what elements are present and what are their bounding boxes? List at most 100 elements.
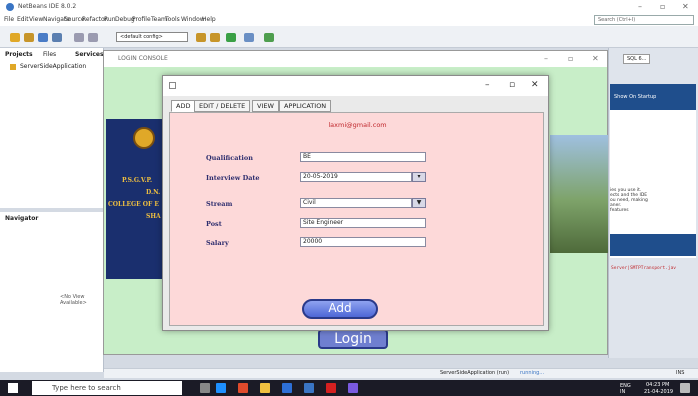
status-running: running... bbox=[520, 370, 545, 376]
build-icon[interactable] bbox=[196, 33, 206, 42]
explorer-icon[interactable] bbox=[260, 383, 270, 393]
restore-icon[interactable]: ▫ bbox=[660, 2, 665, 11]
open-project-icon[interactable] bbox=[38, 33, 48, 42]
dialog-maximize-icon[interactable]: ▫ bbox=[509, 80, 515, 90]
start-footer bbox=[610, 234, 696, 256]
tab-navigator[interactable]: Navigator bbox=[2, 214, 41, 223]
ide-status-bar: ServerSideApplication (run) running... I… bbox=[104, 368, 698, 378]
interview-date-input[interactable]: 20-05-2019 bbox=[300, 172, 412, 182]
menu-profile[interactable]: Profile bbox=[132, 16, 151, 23]
debug-icon[interactable] bbox=[244, 33, 254, 42]
login-button[interactable]: Login bbox=[318, 329, 388, 349]
edge-icon[interactable] bbox=[216, 383, 226, 393]
dialog-title-bar: – ▫ ✕ bbox=[163, 76, 548, 96]
clock-date[interactable]: 21-04-2019 bbox=[644, 389, 673, 395]
dialog-close-icon[interactable]: ✕ bbox=[531, 80, 539, 90]
start-header: Show On Startup bbox=[610, 84, 696, 110]
windows-start-icon[interactable] bbox=[8, 383, 18, 393]
notification-icon[interactable] bbox=[680, 383, 690, 393]
navigator-panel: Navigator <No View Available> bbox=[0, 212, 104, 372]
output-line: Server|SMTPTransport.jav bbox=[611, 266, 677, 271]
campus-photo bbox=[550, 135, 608, 253]
netbeans-logo-icon bbox=[6, 3, 14, 11]
chevron-down-icon[interactable]: ▼ bbox=[412, 198, 426, 208]
profile-icon[interactable] bbox=[264, 33, 274, 42]
add-button[interactable]: Add bbox=[302, 299, 378, 319]
netbeans-task-icon[interactable] bbox=[304, 383, 314, 393]
run-icon[interactable] bbox=[226, 33, 236, 42]
status-ins: INS bbox=[676, 370, 685, 376]
store-icon[interactable] bbox=[282, 383, 292, 393]
user-email: laxmi@gmail.com bbox=[328, 121, 387, 129]
menu-edit[interactable]: Edit bbox=[17, 16, 29, 23]
banner-line-1: P.S.G.V.P. bbox=[122, 177, 153, 184]
stream-label: Stream bbox=[206, 200, 233, 208]
new-project-icon[interactable] bbox=[10, 33, 20, 42]
login-minimize-icon[interactable]: – bbox=[544, 54, 548, 63]
banner-line-3: COLLEGE OF E bbox=[108, 201, 159, 208]
stream-select[interactable]: Civil bbox=[300, 198, 412, 208]
new-file-icon[interactable] bbox=[24, 33, 34, 42]
login-close-icon[interactable]: ✕ bbox=[592, 54, 599, 63]
navigator-empty-text: <No View Available> bbox=[60, 294, 87, 306]
tab-sql[interactable]: SQL 6... bbox=[623, 54, 651, 64]
menu-help[interactable]: Help bbox=[202, 16, 216, 23]
config-select[interactable]: <default config> bbox=[116, 32, 188, 42]
login-title-bar: LOGIN CONSOLE – ▫ ✕ bbox=[104, 51, 607, 67]
project-item[interactable]: ServerSideApplication bbox=[20, 63, 86, 70]
project-icon bbox=[10, 64, 16, 70]
minimize-icon[interactable]: – bbox=[638, 2, 642, 11]
add-form: laxmi@gmail.com Qualification BE Intervi… bbox=[169, 112, 544, 326]
close-icon[interactable]: ✕ bbox=[682, 2, 689, 11]
salary-input[interactable]: 20000 bbox=[300, 237, 426, 247]
undo-icon[interactable] bbox=[74, 33, 84, 42]
redo-icon[interactable] bbox=[88, 33, 98, 42]
qualification-label: Qualification bbox=[206, 154, 253, 162]
interview-date-label: Interview Date bbox=[206, 174, 260, 182]
menu-tools[interactable]: Tools bbox=[165, 16, 180, 23]
start-page-content: ies you use it. ects and the IDE ou need… bbox=[610, 84, 696, 258]
tab-view[interactable]: VIEW bbox=[252, 100, 279, 112]
ide-title: NetBeans IDE 8.0.2 bbox=[18, 3, 77, 10]
ide-search-input[interactable]: Search (Ctrl+I) bbox=[594, 15, 694, 25]
show-on-startup-label[interactable]: Show On Startup bbox=[614, 94, 656, 100]
post-input[interactable]: Site Engineer bbox=[300, 218, 426, 228]
menu-view[interactable]: View bbox=[29, 16, 43, 23]
college-banner: P.S.G.V.P. D.N. COLLEGE OF E SHA bbox=[106, 119, 168, 279]
tab-projects[interactable]: Projects bbox=[2, 50, 36, 59]
status-project: ServerSideApplication (run) bbox=[440, 370, 510, 376]
tab-add[interactable]: ADD bbox=[171, 100, 196, 112]
tab-edit-delete[interactable]: EDIT / DELETE bbox=[194, 100, 251, 112]
login-maximize-icon[interactable]: ▫ bbox=[568, 54, 573, 63]
post-label: Post bbox=[206, 220, 222, 228]
dialog-window-icon bbox=[169, 82, 176, 89]
ide-title-bar: NetBeans IDE 8.0.2 – ▫ ✕ bbox=[0, 0, 698, 14]
chrome-icon[interactable] bbox=[238, 383, 248, 393]
salary-label: Salary bbox=[206, 239, 229, 247]
menu-run[interactable]: Run bbox=[104, 16, 116, 23]
login-window-title: LOGIN CONSOLE bbox=[118, 55, 168, 62]
ide-toolbar bbox=[0, 26, 698, 48]
college-seal-icon bbox=[133, 127, 155, 149]
dialog-minimize-icon[interactable]: – bbox=[485, 80, 490, 90]
start-text-5: features bbox=[610, 208, 629, 213]
clean-build-icon[interactable] bbox=[210, 33, 220, 42]
clock-time[interactable]: 04:23 PM bbox=[646, 382, 669, 388]
windows-taskbar: Type here to search ENG 04:23 PM IN 21-0… bbox=[0, 380, 698, 396]
tab-services[interactable]: Services bbox=[72, 50, 107, 59]
task-view-icon[interactable] bbox=[200, 383, 210, 393]
taskbar-search[interactable]: Type here to search bbox=[32, 381, 182, 395]
tab-files[interactable]: Files bbox=[40, 50, 59, 59]
qualification-input[interactable]: BE bbox=[300, 152, 426, 162]
app-icon[interactable] bbox=[348, 383, 358, 393]
region-indicator: IN bbox=[620, 389, 626, 395]
projects-panel: Projects Files Services ServerSideApplic… bbox=[0, 48, 104, 208]
date-picker-button[interactable]: ▾ bbox=[412, 172, 426, 182]
banner-line-2: D.N. bbox=[146, 189, 161, 196]
java-icon[interactable] bbox=[326, 383, 336, 393]
save-all-icon[interactable] bbox=[52, 33, 62, 42]
tab-application[interactable]: APPLICATION bbox=[279, 100, 332, 112]
banner-line-4: SHA bbox=[146, 213, 161, 220]
menu-file[interactable]: File bbox=[4, 16, 14, 23]
employee-dialog: – ▫ ✕ ADD EDIT / DELETE VIEW APPLICATION… bbox=[162, 75, 549, 331]
